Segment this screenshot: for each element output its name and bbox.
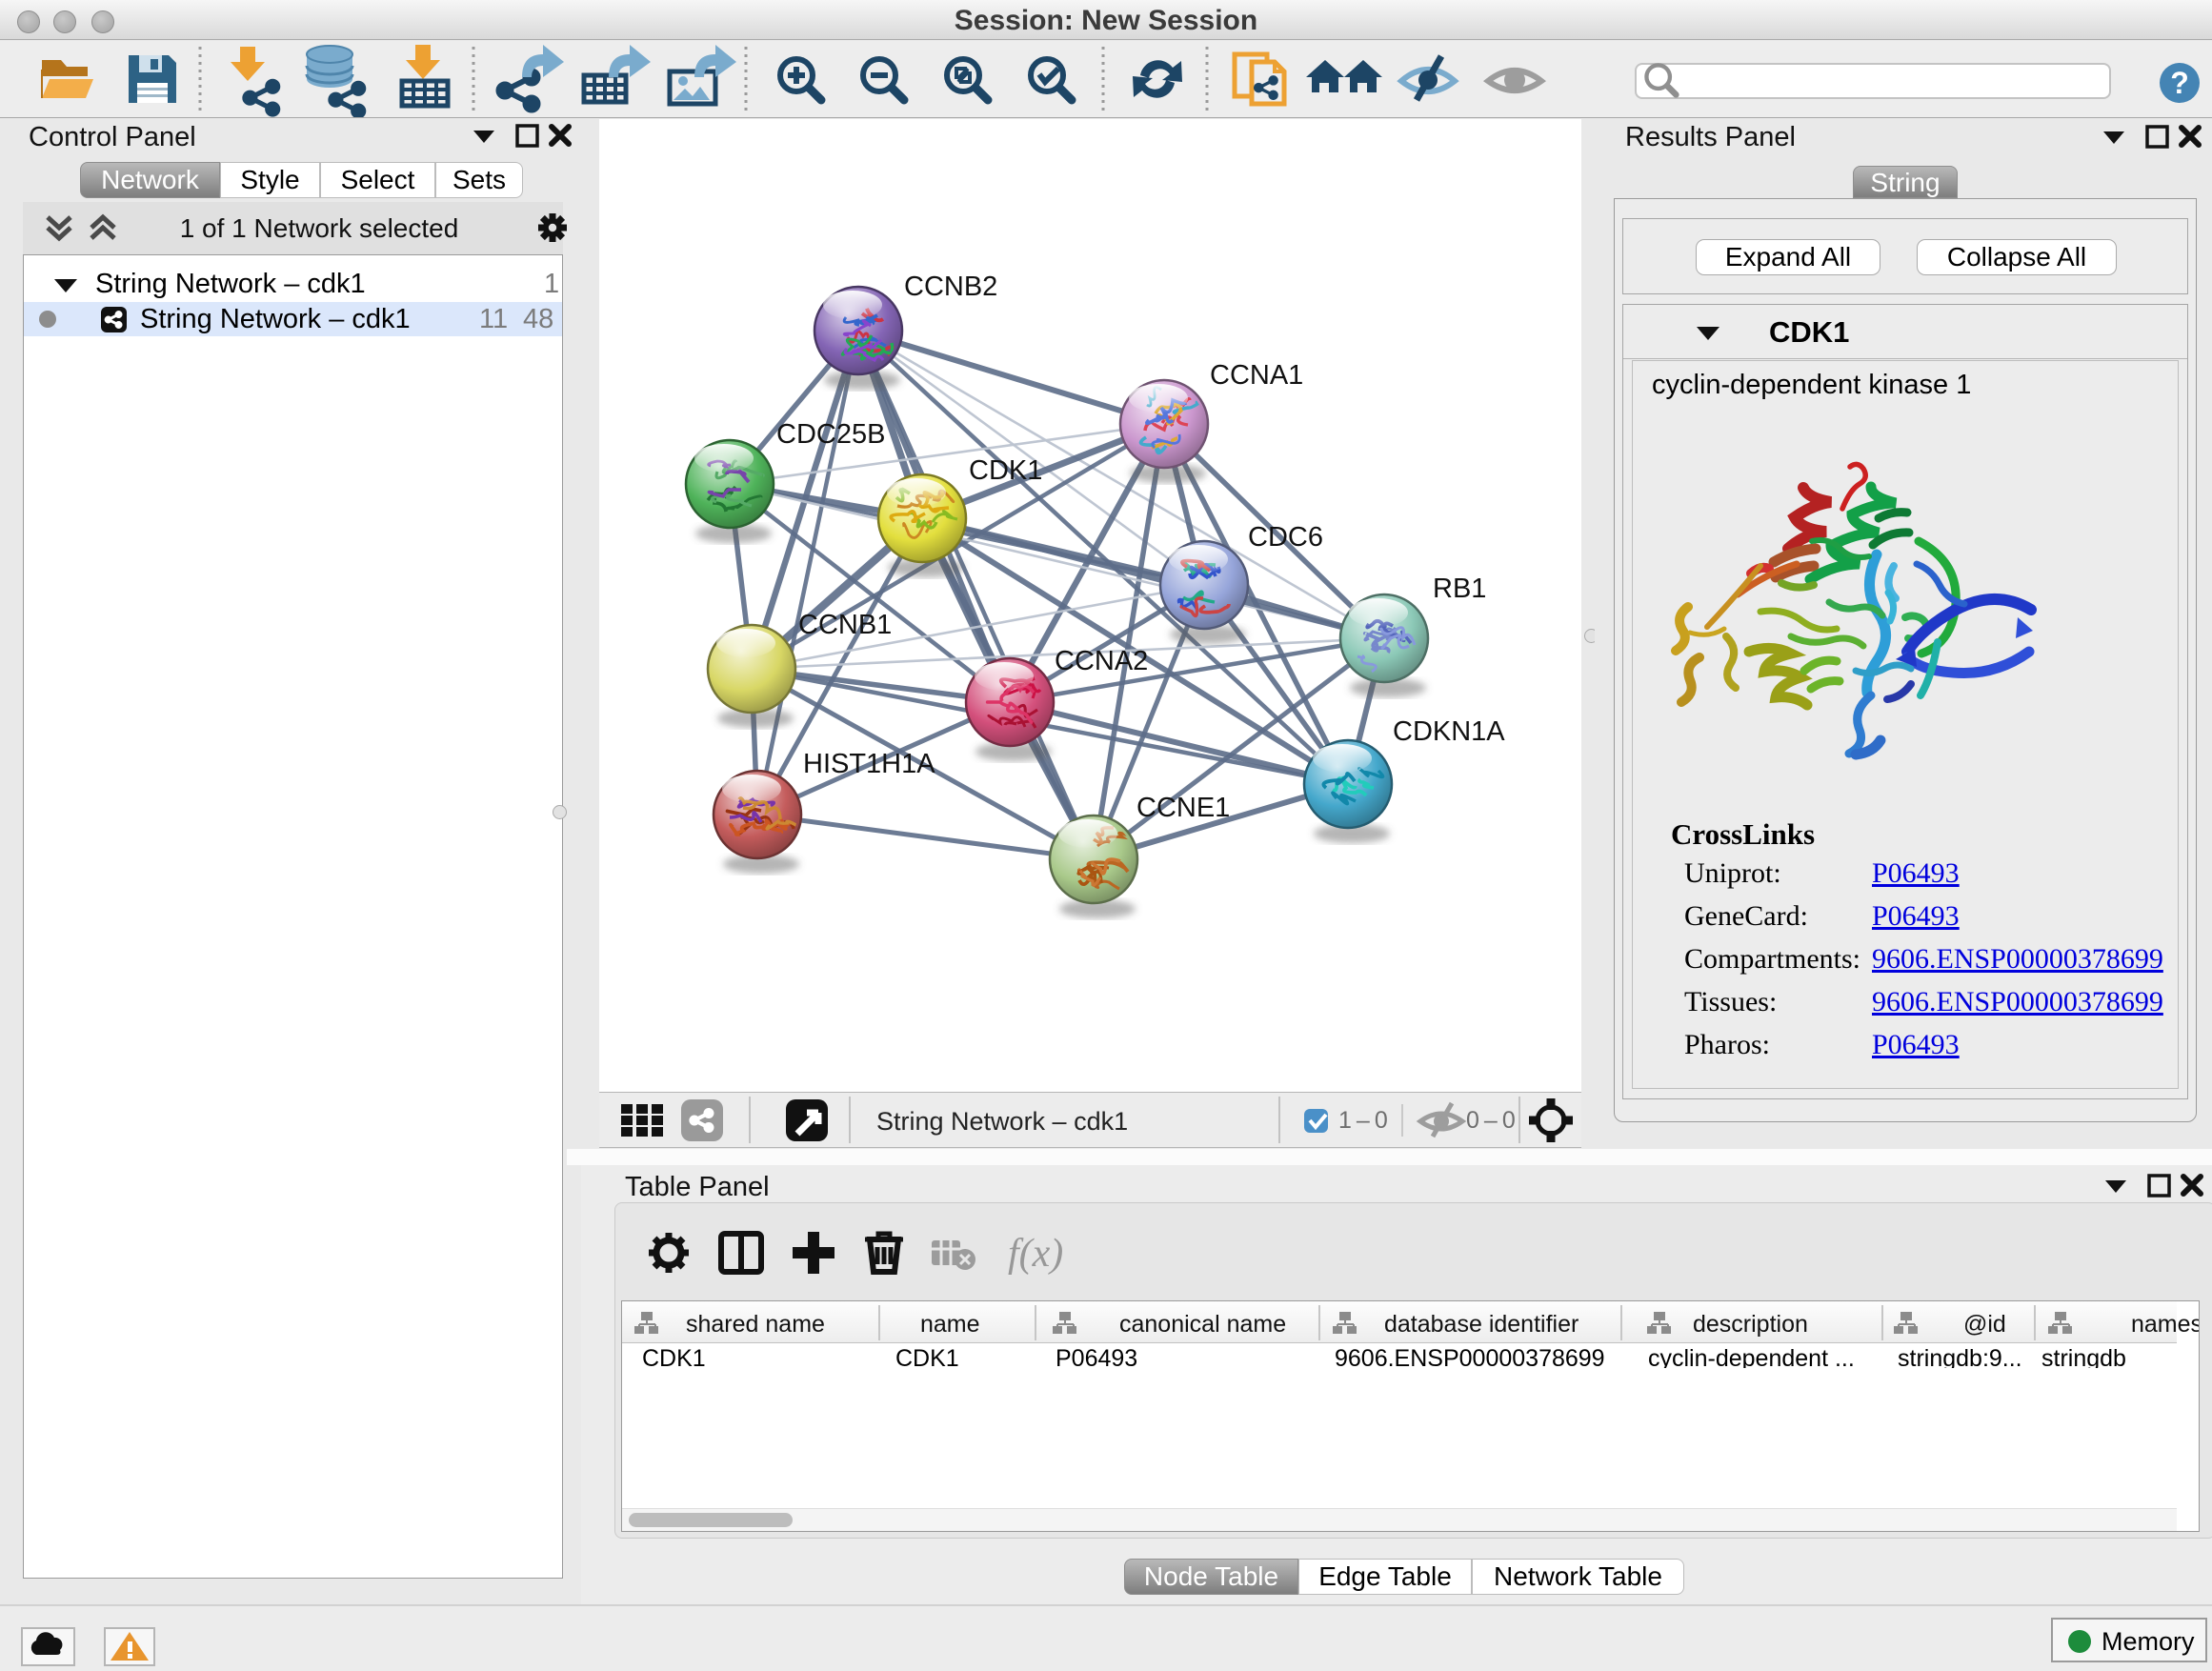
svg-text:CCNB2: CCNB2 [904,272,997,302]
svg-text:CDK1: CDK1 [969,455,1042,486]
svg-text:HIST1H1A: HIST1H1A [803,749,935,779]
svg-text:CCNB1: CCNB1 [798,610,892,640]
svg-text:shared name: shared name [686,1311,825,1338]
svg-text:CDK1: CDK1 [895,1345,959,1368]
svg-text:9606.ENSP00000378699: 9606.ENSP00000378699 [1335,1345,1605,1368]
svg-text:stringdb:9...: stringdb:9... [1898,1345,2022,1368]
svg-text:String Network – cdk1: String Network – cdk1 [876,1107,1128,1136]
svg-text:CCNE1: CCNE1 [1136,793,1230,823]
svg-text:database identifier: database identifier [1384,1311,1579,1338]
svg-text:CDKN1A: CDKN1A [1393,716,1505,747]
svg-text:namespace: namespace [2131,1311,2199,1338]
svg-text:1 – 0: 1 – 0 [1338,1107,1388,1134]
svg-text:?: ? [2170,66,2189,100]
svg-text:CDC25B: CDC25B [776,419,885,450]
svg-text:CDC6: CDC6 [1248,522,1323,553]
svg-text:RB1: RB1 [1433,574,1486,604]
svg-text:name: name [920,1311,980,1338]
svg-text:CDK1: CDK1 [642,1345,706,1368]
svg-text:0 – 0: 0 – 0 [1466,1107,1516,1134]
svg-text:canonical name: canonical name [1119,1311,1286,1338]
svg-text:f(x): f(x) [1008,1232,1063,1276]
svg-text:stringdb: stringdb [2041,1345,2126,1368]
svg-text:cyclin-dependent ...: cyclin-dependent ... [1648,1345,1855,1368]
svg-text:@id: @id [1963,1311,2006,1338]
svg-text:description: description [1693,1311,1808,1338]
svg-text:P06493: P06493 [1056,1345,1137,1368]
svg-text:CCNA1: CCNA1 [1210,360,1303,391]
svg-text:CCNA2: CCNA2 [1055,646,1148,676]
